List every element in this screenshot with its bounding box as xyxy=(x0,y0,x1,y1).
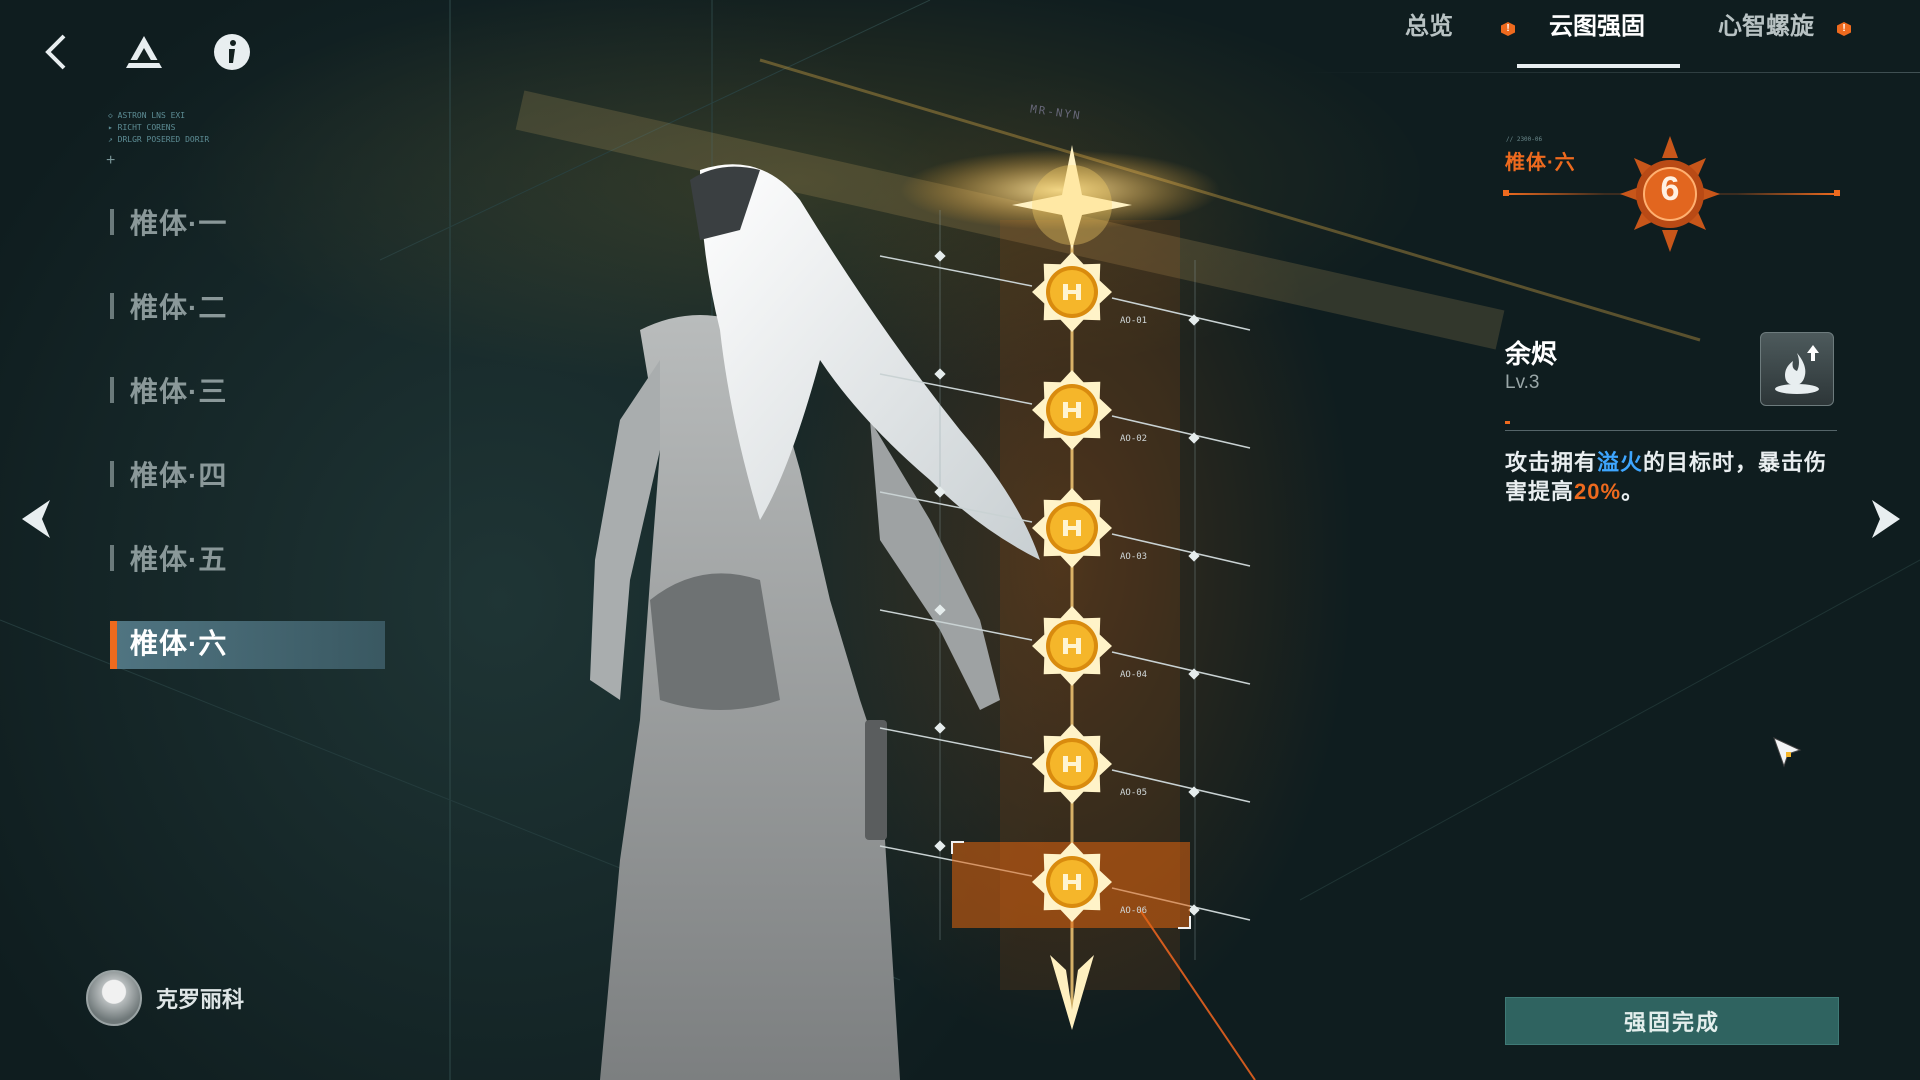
skill-name: 余烬 xyxy=(1505,339,1558,369)
nav-item-vertebra-5[interactable]: 椎体·五 xyxy=(110,516,378,600)
plus-marker-icon: + xyxy=(106,152,116,169)
nav-item-label: 椎体·二 xyxy=(130,292,228,323)
reinforce-complete-button[interactable]: 强固完成 xyxy=(1505,997,1839,1045)
tiny-caption: ◇ ASTRON LNS EXI ▸ RICHT CORENS ↗ DRLGR … xyxy=(108,110,209,146)
tiny-caption-line: ◇ ASTRON LNS EXI xyxy=(108,111,186,120)
skill-separator xyxy=(1505,430,1837,431)
nav-item-vertebra-3[interactable]: 椎体·三 xyxy=(110,348,378,432)
home-logo-button[interactable] xyxy=(120,28,168,76)
mouse-cursor-icon xyxy=(1773,737,1802,768)
node-code-label: AO-05 xyxy=(1120,788,1148,798)
node-button-ao-06[interactable] xyxy=(1037,847,1107,917)
next-character-button[interactable] xyxy=(1866,498,1906,540)
node-connector-diamond xyxy=(934,486,946,498)
nav-bar-marker xyxy=(110,545,114,571)
nav-bar-marker xyxy=(110,377,114,403)
node-connector-left xyxy=(879,609,1033,641)
character-selector[interactable]: 克罗丽科 xyxy=(86,970,244,1026)
back-button[interactable] xyxy=(32,28,80,76)
tab-overview[interactable]: 总览 xyxy=(1405,6,1453,41)
nav-item-vertebra-1[interactable]: 椎体·一 xyxy=(110,180,378,264)
node-connector-diamond xyxy=(934,250,946,262)
rank-title: 椎体·六 xyxy=(1505,152,1576,174)
node-button-ao-05[interactable] xyxy=(1037,729,1107,799)
arrow-left-icon xyxy=(22,500,50,538)
node-code-label: AO-01 xyxy=(1120,316,1148,326)
flame-upgrade-icon xyxy=(1775,345,1819,394)
nav-item-vertebra-2[interactable]: 椎体·二 xyxy=(110,264,378,348)
node-connector-left xyxy=(879,727,1033,759)
nav-item-label: 椎体·三 xyxy=(130,376,228,407)
active-tab-underline xyxy=(1517,64,1680,68)
node-code-label: AO-03 xyxy=(1120,552,1148,562)
tiny-caption-line: ▸ RICHT CORENS xyxy=(108,123,176,132)
character-name: 克罗丽科 xyxy=(156,987,245,1012)
tab-mind-spiral[interactable]: 心智螺旋 xyxy=(1718,6,1814,41)
back-icon xyxy=(45,34,66,70)
nav-item-label: 椎体·五 xyxy=(130,544,228,575)
node-button-ao-02[interactable] xyxy=(1037,375,1107,445)
tiny-caption-line: ↗ DRLGR POSERED DORIR xyxy=(108,135,210,144)
node-code-label: AO-04 xyxy=(1120,670,1148,680)
desc-prefix: 攻击拥有 xyxy=(1505,450,1598,475)
node-connector-diamond xyxy=(934,368,946,380)
info-button[interactable] xyxy=(208,28,256,76)
rank-line-endpoint xyxy=(1834,190,1840,196)
node-button-ao-01[interactable] xyxy=(1037,257,1107,327)
nav-item-vertebra-6[interactable]: 椎体·六 xyxy=(110,600,385,684)
rank-number: 6 xyxy=(1660,170,1680,208)
chain-top-glow xyxy=(1032,165,1112,245)
skill-description: 攻击拥有溢火的目标时，暴击伤害提高20%。 xyxy=(1505,448,1841,506)
node-connector-diamond xyxy=(934,840,946,852)
node-connector-left xyxy=(879,373,1033,405)
nav-item-vertebra-4[interactable]: 椎体·四 xyxy=(110,432,378,516)
previous-character-button[interactable] xyxy=(16,498,56,540)
nav-item-label: 椎体·一 xyxy=(130,208,228,239)
node-button-ao-03[interactable] xyxy=(1037,493,1107,563)
nav-bar-marker xyxy=(110,209,114,235)
arrow-right-icon xyxy=(1872,500,1900,538)
desc-keyword[interactable]: 溢火 xyxy=(1597,450,1643,475)
nav-bar-marker xyxy=(110,461,114,487)
node-connector-diamond xyxy=(934,604,946,616)
node-connector-left xyxy=(879,255,1033,287)
desc-suffix: 。 xyxy=(1621,479,1645,504)
node-connector-diamond xyxy=(934,722,946,734)
nav-item-label: 椎体·六 xyxy=(130,628,228,659)
tab-cloud-reinforce[interactable]: 云图强固 xyxy=(1549,6,1645,41)
skill-icon-button[interactable] xyxy=(1760,332,1834,406)
desc-percent: 20% xyxy=(1574,479,1622,504)
node-code-label: AO-06 xyxy=(1120,906,1148,916)
nav-item-label: 椎体·四 xyxy=(130,460,228,491)
avatar xyxy=(86,970,142,1026)
rank-caption: // 2300-06 xyxy=(1506,136,1543,143)
info-icon xyxy=(214,34,250,70)
rank-line-endpoint xyxy=(1503,190,1509,196)
node-connector-left xyxy=(879,491,1033,523)
node-button-ao-04[interactable] xyxy=(1037,611,1107,681)
tab-divider xyxy=(1300,72,1920,73)
node-code-label: AO-02 xyxy=(1120,434,1148,444)
nav-bar-marker xyxy=(110,293,114,319)
vertebra-nav: 椎体·一 椎体·二 椎体·三 椎体·四 椎体·五 椎体·六 xyxy=(110,180,385,684)
triangle-logo-icon xyxy=(124,36,164,68)
skill-level: Lv.3 xyxy=(1505,372,1540,393)
separator-marker xyxy=(1505,421,1510,424)
